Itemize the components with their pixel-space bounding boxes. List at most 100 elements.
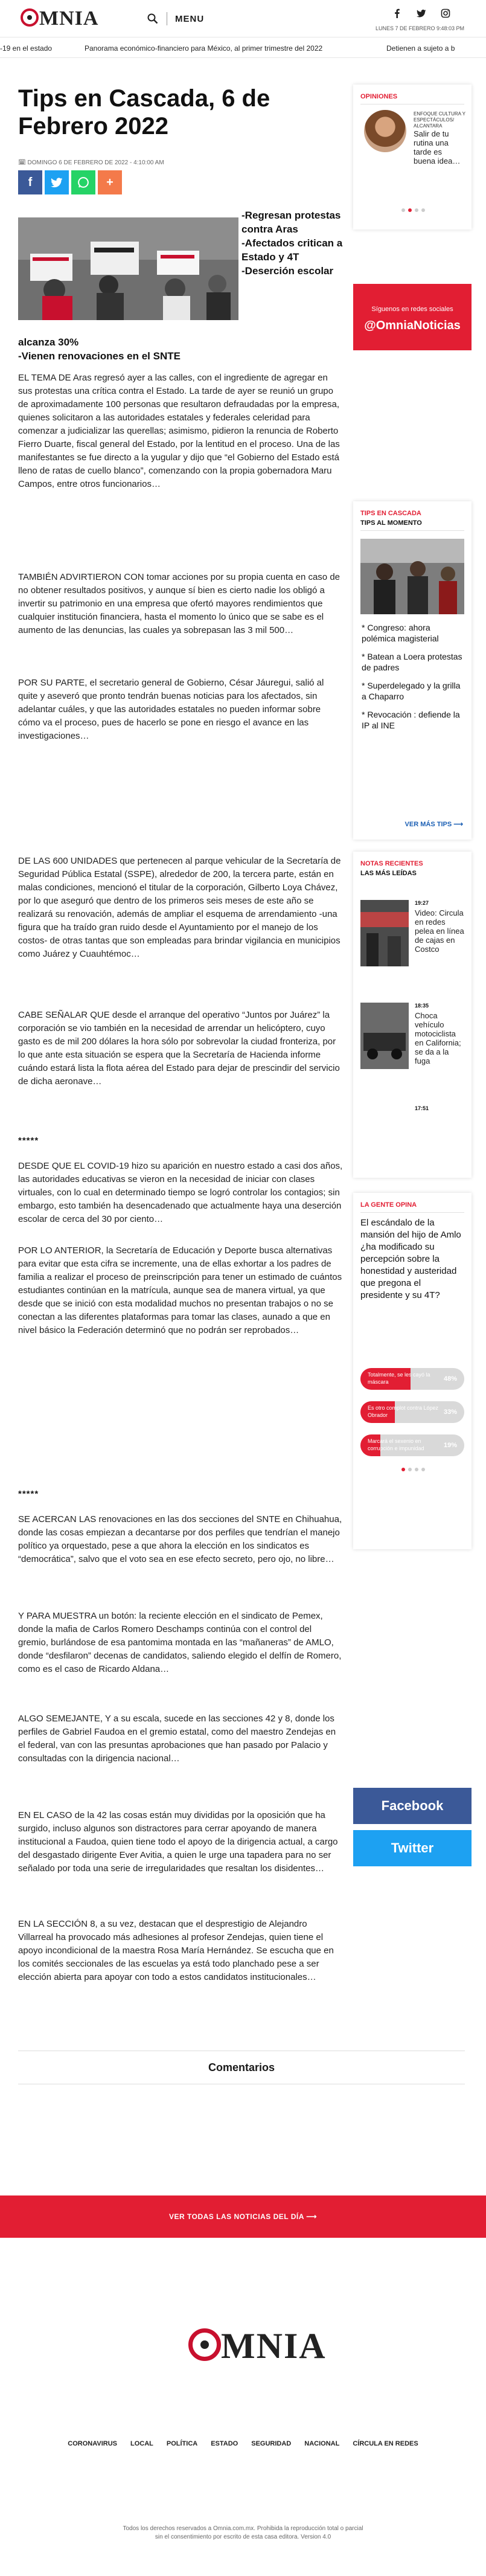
carousel-dot[interactable] xyxy=(408,208,412,212)
tips-photo xyxy=(360,539,464,614)
article-paragraph: DE LAS 600 UNIDADES que pertenecen al pa… xyxy=(18,856,341,959)
comments-section[interactable]: Comentarios xyxy=(18,2051,465,2084)
article-date: 🗓 DOMINGO 6 DE FEBRERO DE 2022 - 4:10:00… xyxy=(18,159,164,166)
costco-photo xyxy=(360,900,409,966)
share-facebook-button[interactable]: f xyxy=(18,170,42,194)
facebook-icon: f xyxy=(28,175,33,189)
poll-question: El escándalo de la mansión del hijo de A… xyxy=(360,1218,461,1300)
article-paragraph: EN LA SECCIÓN 8, a su vez, destacan que … xyxy=(18,1919,334,1982)
tip-item[interactable]: * Superdelegado y la grilla a Chaparro xyxy=(362,680,465,702)
article-paragraph: CABE SEÑALAR QUE desde el arranque del o… xyxy=(18,1010,340,1087)
recent-item[interactable]: 17:51 xyxy=(360,1105,464,1129)
share-twitter-button[interactable] xyxy=(45,170,69,194)
opinion-card: OPINIONES ENFOQUE CULTURA Y ESPECTÁCULOS… xyxy=(353,85,472,230)
recent-item[interactable]: 19:27 Video: Circula en redes pelea en l… xyxy=(360,900,464,966)
tips-heading: TIPS EN CASCADA xyxy=(360,510,421,517)
social-follow-banner[interactable]: Síguenos en redes sociales @OmniaNoticia… xyxy=(353,284,472,350)
opinion-heading: OPINIONES xyxy=(360,93,398,100)
recent-news-card: NOTAS RECIENTES LAS MÁS LEÍDAS 19:27 Vid… xyxy=(353,852,472,1178)
footer-link[interactable]: ESTADO xyxy=(211,2440,238,2447)
poll-option[interactable]: Es otro complot contra López Obrador 33% xyxy=(360,1401,464,1423)
carousel-dot[interactable] xyxy=(421,208,425,212)
news-ticker: -19 en el estado Panorama económico-fina… xyxy=(0,37,486,58)
recent-headline[interactable]: Choca vehículo motociclista en Californi… xyxy=(415,1011,464,1065)
carousel-dot[interactable] xyxy=(401,1468,405,1471)
ticker-item[interactable]: Detienen a sujeto a b xyxy=(386,44,455,53)
section-separator: ***** xyxy=(18,1135,39,1146)
poll-option[interactable]: Marcará el sexenio en corrupción e impun… xyxy=(360,1434,464,1456)
divider xyxy=(360,1212,464,1213)
tips-card: TIPS EN CASCADA TIPS AL MOMENTO * Congre… xyxy=(353,501,472,840)
carousel-dot[interactable] xyxy=(421,1468,425,1471)
search-icon[interactable] xyxy=(147,13,158,24)
all-news-button[interactable]: VER TODAS LAS NOTICIAS DEL DÍA ⟶ xyxy=(0,2195,486,2238)
carousel-dot[interactable] xyxy=(401,208,405,212)
poll-option-label: Totalmente, se les cayó la máscara xyxy=(368,1372,430,1385)
section-separator: ***** xyxy=(18,1489,39,1499)
site-logo[interactable]: MNIA xyxy=(21,8,98,29)
tips-list: * Congreso: ahora polémica magisterial *… xyxy=(362,622,465,738)
footer-link[interactable]: POLÍTICA xyxy=(167,2440,197,2447)
recent-time: 18:35 xyxy=(415,1003,429,1009)
article-paragraph: DESDE QUE EL COVID-19 hizo su aparición … xyxy=(18,1161,343,1224)
recent-thumbnail xyxy=(360,1003,409,1069)
footer-logo[interactable]: MNIA xyxy=(188,2325,327,2367)
footer-link[interactable]: CORONAVIRUS xyxy=(68,2440,117,2447)
footer-nav: CORONAVIRUS LOCAL POLÍTICA ESTADO SEGURI… xyxy=(0,2440,486,2447)
poll-percentage: 48% xyxy=(443,1375,457,1383)
divider xyxy=(360,530,464,531)
whatsapp-icon xyxy=(78,177,89,188)
facebook-button[interactable]: Facebook xyxy=(353,1788,472,1824)
poll-heading: LA GENTE OPINA xyxy=(360,1201,417,1209)
carousel-dots xyxy=(401,208,425,212)
carousel-dot[interactable] xyxy=(415,1468,418,1471)
tips-image[interactable] xyxy=(360,539,464,614)
author-avatar[interactable] xyxy=(364,110,406,152)
carousel-dot[interactable] xyxy=(408,1468,412,1471)
recent-time: 17:51 xyxy=(415,1105,429,1111)
opinion-link[interactable]: Salir de tu rutina una tarde es buena id… xyxy=(414,129,465,165)
article-paragraph: POR SU PARTE, el secretario general de G… xyxy=(18,678,324,741)
poll-option-label: Es otro complot contra López Obrador xyxy=(368,1405,439,1418)
article-paragraph: POR LO ANTERIOR, la Secretaría de Educac… xyxy=(18,1245,342,1335)
article-lead: -Regresan protestas contra Aras -Afectad… xyxy=(241,210,343,277)
recent-subheading: LAS MÁS LEÍDAS xyxy=(360,870,417,877)
share-more-button[interactable]: + xyxy=(98,170,122,194)
recent-thumbnail xyxy=(360,900,409,966)
recent-time: 19:27 xyxy=(415,900,429,906)
calendar-icon: 🗓 xyxy=(18,159,26,166)
share-whatsapp-button[interactable] xyxy=(71,170,95,194)
carousel-dot[interactable] xyxy=(415,208,418,212)
recent-headline[interactable]: Video: Circula en redes pelea en línea d… xyxy=(415,908,464,954)
footer-link[interactable]: LOCAL xyxy=(130,2440,153,2447)
article-paragraph: EL TEMA DE Aras regresó ayer a las calle… xyxy=(18,373,340,489)
twitter-button[interactable]: Twitter xyxy=(353,1830,472,1866)
legal-notice: Todos los derechos reservados a Omnia.co… xyxy=(123,2525,363,2540)
menu-button[interactable]: MENU xyxy=(175,14,204,24)
twitter-icon[interactable] xyxy=(417,8,426,18)
opinion-author: ENFOQUE CULTURA Y ESPECTÁCULOS/ ALCANTAR… xyxy=(414,111,465,129)
footer-link[interactable]: CÍRCULA EN REDES xyxy=(353,2440,418,2447)
facebook-icon[interactable] xyxy=(392,8,402,18)
logo-mark xyxy=(188,2328,221,2361)
ticker-item[interactable]: Panorama económico-financiero para Méxic… xyxy=(85,44,322,53)
promo-handle: @OmniaNoticias xyxy=(364,319,461,332)
logo-mark xyxy=(21,8,39,27)
instagram-icon[interactable] xyxy=(441,8,450,18)
tip-item[interactable]: * Batean a Loera protestas de padres xyxy=(362,651,465,673)
recent-heading: NOTAS RECIENTES xyxy=(360,860,423,867)
recent-item[interactable]: 18:35 Choca vehículo motociclista en Cal… xyxy=(360,1003,464,1069)
article-title: Tips en Cascada, 6 de Febrero 2022 xyxy=(18,85,270,140)
more-tips-link[interactable]: VER MÁS TIPS ⟶ xyxy=(405,820,463,828)
comments-heading: Comentarios xyxy=(208,2061,275,2073)
ticker-item[interactable]: -19 en el estado xyxy=(0,44,52,53)
site-header: MNIA MENU LUNES 7 DE FEBRERO 9:48:03 PM xyxy=(0,0,486,37)
twitter-icon xyxy=(51,178,63,188)
article-paragraph: TAMBIÉN ADVIRTIERON CON tomar acciones p… xyxy=(18,572,340,635)
tip-item[interactable]: * Revocación : defiende la IP al INE xyxy=(362,709,465,731)
protest-photo xyxy=(18,217,238,320)
footer-link[interactable]: NACIONAL xyxy=(304,2440,339,2447)
footer-link[interactable]: SEGURIDAD xyxy=(251,2440,291,2447)
poll-option[interactable]: Totalmente, se les cayó la máscara 48% xyxy=(360,1368,464,1390)
tip-item[interactable]: * Congreso: ahora polémica magisterial xyxy=(362,622,465,644)
